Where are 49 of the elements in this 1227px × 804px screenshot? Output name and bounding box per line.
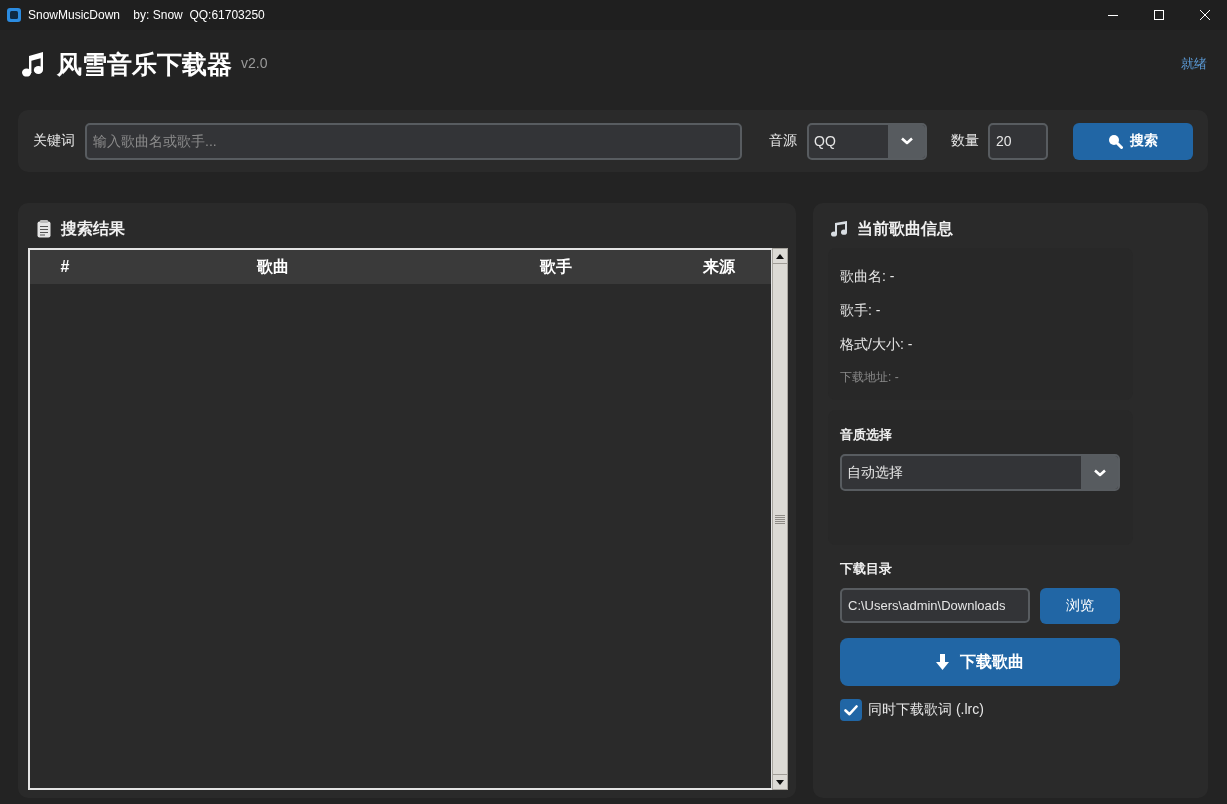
window-title: SnowMusicDown by: Snow QQ:61703250 bbox=[28, 8, 265, 22]
column-header: 歌曲 bbox=[257, 256, 289, 277]
results-title: 搜索结果 bbox=[61, 218, 125, 239]
info-text: 歌曲名: - bbox=[840, 267, 896, 286]
column-header: 歌手 bbox=[540, 256, 572, 277]
app-title: 风雪音乐下载器 bbox=[57, 49, 232, 79]
quality-select[interactable]: 自动选择 bbox=[840, 454, 1120, 491]
search-button[interactable]: 搜索 bbox=[1073, 122, 1193, 160]
info-text: 歌手: - bbox=[840, 301, 882, 320]
app-icon bbox=[7, 8, 21, 22]
column-header: 来源 bbox=[702, 256, 735, 277]
dropdown-button[interactable] bbox=[1081, 456, 1118, 489]
version-label: v2.0 bbox=[241, 55, 268, 71]
count-input[interactable]: 20 bbox=[988, 122, 1048, 160]
keyword-input[interactable]: 输入歌曲名或歌手... bbox=[85, 122, 742, 160]
keyword-label: 关键词 bbox=[33, 132, 75, 150]
info-text: 下载地址: - bbox=[840, 369, 900, 386]
down-arrow-icon bbox=[936, 654, 949, 670]
chevron-down-icon bbox=[900, 137, 913, 145]
download-dir-label: 下载目录 bbox=[840, 560, 892, 578]
dropdown-button[interactable] bbox=[888, 124, 925, 158]
scrollbar[interactable] bbox=[772, 248, 788, 790]
count-label: 数量 bbox=[951, 132, 979, 150]
path-input[interactable]: C:\Users\admin\Downloads bbox=[840, 588, 1030, 623]
notepad-icon bbox=[37, 220, 51, 238]
browse-button[interactable]: 浏览 bbox=[1040, 588, 1120, 624]
maximize-icon[interactable] bbox=[1154, 10, 1164, 20]
grip-icon bbox=[775, 514, 785, 524]
close-icon[interactable] bbox=[1200, 10, 1210, 20]
download-button[interactable]: 下载歌曲 bbox=[840, 638, 1120, 686]
lyrics-option-label[interactable]: 同时下载歌词 (.lrc) bbox=[868, 701, 984, 719]
scroll-down-button[interactable] bbox=[773, 774, 787, 789]
info-text: 格式/大小: - bbox=[840, 335, 914, 354]
music-note-icon bbox=[22, 51, 44, 77]
music-notes-icon bbox=[831, 221, 848, 237]
column-header: # bbox=[60, 258, 70, 276]
down-triangle-icon bbox=[776, 779, 784, 785]
quality-label: 音质选择 bbox=[840, 426, 893, 444]
checkbox[interactable] bbox=[840, 699, 862, 721]
scroll-up-button[interactable] bbox=[773, 249, 787, 264]
song-info-title: 当前歌曲信息 bbox=[857, 218, 953, 239]
search-icon bbox=[1108, 133, 1123, 149]
scrollbar-thumb[interactable] bbox=[773, 264, 787, 774]
status-label: 就绪 bbox=[1181, 55, 1207, 73]
up-triangle-icon bbox=[776, 253, 784, 259]
checkmark-icon bbox=[844, 704, 858, 716]
source-label: 音源 bbox=[769, 132, 797, 150]
chevron-down-icon bbox=[1093, 468, 1106, 477]
source-select[interactable]: QQ bbox=[807, 122, 927, 160]
